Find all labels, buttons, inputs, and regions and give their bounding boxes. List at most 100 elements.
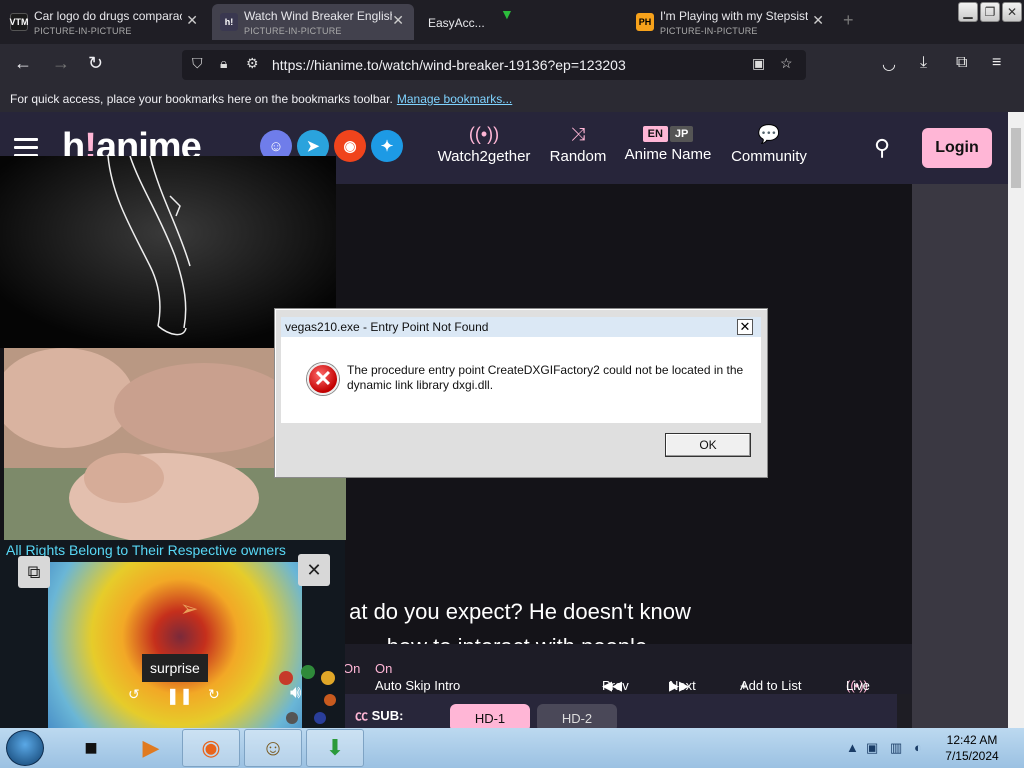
navigation-bar: ← → ↻ ⛉ 🔒︎ ⚙ https://hianime.to/watch/wi… (0, 44, 1024, 86)
nav-community[interactable]: 💬 Community (728, 124, 810, 165)
sub-label-text: SUB: (371, 708, 404, 723)
pip-video-3[interactable]: All Rights Belong to Their Respective ow… (0, 540, 345, 728)
dialog-close-icon[interactable]: ✕ (737, 319, 753, 335)
exit-pip-icon[interactable]: ⧉ (18, 556, 50, 588)
reddit-icon[interactable]: ◉ (334, 130, 366, 162)
manage-bookmarks-link[interactable]: Manage bookmarks... (397, 92, 512, 106)
window-controls: ▁ ❐ ✕ (958, 2, 1022, 22)
nav-anime-name[interactable]: EN JP Anime Name (622, 124, 714, 163)
nav-label: Watch2gether (437, 148, 531, 165)
url-bar[interactable]: ⛉ 🔒︎ ⚙ https://hianime.to/watch/wind-bre… (182, 50, 806, 80)
media-player-icon[interactable]: ▶ (122, 729, 180, 767)
color-dots-decoration (279, 665, 336, 724)
caption-text: surprise (142, 654, 208, 682)
minimize-icon[interactable]: ▁ (958, 2, 978, 22)
chat-icon: 💬 (757, 124, 781, 144)
dialog-title-bar: vegas210.exe - Entry Point Not Found ✕ (281, 317, 761, 337)
close-icon[interactable]: ✕ (812, 12, 824, 29)
broadcast-icon: ((•)) (468, 124, 500, 144)
bookmarks-message-text: For quick access, place your bookmarks h… (10, 92, 393, 106)
tab-1[interactable]: VTM Car logo do drugs comparac PICTURE-I… (2, 4, 208, 40)
pause-icon[interactable]: ❚❚ (166, 686, 193, 706)
firefox-icon[interactable]: ◉ (182, 729, 240, 767)
tab-favicon: h! (220, 13, 238, 31)
rewind-icon[interactable]: ↺ (128, 686, 140, 703)
close-pip-icon[interactable]: ✕ (298, 554, 330, 586)
dialog-body: ✕ The procedure entry point CreateDXGIFa… (281, 337, 761, 423)
tab-subtitle: PICTURE-IN-PICTURE (34, 26, 132, 36)
back-icon[interactable]: ← (14, 53, 32, 74)
live-label: Live (846, 678, 870, 693)
restore-icon[interactable]: ❐ (980, 2, 1000, 22)
taskbar-clock[interactable]: 12:42 AM 7/15/2024 (936, 732, 1008, 764)
bookmarks-toolbar: For quick access, place your bookmarks h… (0, 86, 1024, 112)
server-selector: ㏄ SUB: HD-1 HD-2 (345, 694, 897, 732)
app-icon-black-box[interactable]: ■ (62, 729, 120, 767)
tab-2[interactable]: h! Watch Wind Breaker English PICTURE-IN… (212, 4, 414, 40)
shuffle-icon: ⤨ (570, 124, 586, 144)
add-to-list-label: Add to List (740, 678, 802, 693)
hamburger-menu-icon[interactable] (14, 138, 38, 158)
network-icon[interactable]: ▥ (890, 740, 902, 756)
next-icon: ▶▶ (669, 678, 689, 693)
prev-label: Prev (602, 678, 629, 693)
lang-en[interactable]: EN (642, 126, 668, 142)
forward-icon[interactable]: ↻ (208, 686, 220, 703)
downloads-icon[interactable]: ⤓ (920, 54, 927, 72)
tab-subtitle: PICTURE-IN-PICTURE (660, 26, 758, 36)
login-button[interactable]: Login (922, 128, 992, 168)
new-tab-icon[interactable]: + (843, 10, 854, 31)
close-icon[interactable]: ✕ (186, 12, 198, 29)
language-toggle[interactable]: EN JP (642, 126, 694, 142)
twitter-icon[interactable]: ✦ (371, 130, 403, 162)
dialog-title: vegas210.exe - Entry Point Not Found (285, 320, 489, 334)
permissions-icon[interactable]: ⚙ (246, 55, 259, 72)
page-scrollbar[interactable] (1008, 112, 1024, 728)
extensions-icon[interactable]: ⧉ (956, 54, 967, 72)
auto-skip-state: On (375, 661, 393, 676)
autonext-state[interactable]: On (343, 661, 360, 676)
forward-icon[interactable]: → (52, 53, 70, 74)
start-button[interactable] (6, 730, 44, 766)
bonzi-app-icon[interactable]: ☺ (244, 729, 302, 767)
close-window-icon[interactable]: ✕ (1002, 2, 1022, 22)
shield-icon[interactable]: ⛉ (192, 55, 203, 72)
tab-4[interactable]: PH I'm Playing with my Stepsist PICTURE-… (628, 4, 834, 40)
bookmark-star-icon[interactable]: ☆ (780, 55, 793, 72)
menu-icon[interactable]: ≡ (992, 54, 1001, 72)
search-icon[interactable]: ⚲ (874, 135, 890, 161)
clock-time: 12:42 AM (946, 733, 998, 747)
cursor-arrow-icon: ➢ (180, 596, 199, 621)
side-panel (912, 184, 1008, 728)
tab-subtitle: PICTURE-IN-PICTURE (244, 26, 342, 36)
clock-date: 7/15/2024 (945, 749, 999, 763)
reload-icon[interactable]: ↻ (88, 53, 103, 74)
url-text[interactable]: https://hianime.to/watch/wind-breaker-19… (272, 57, 626, 73)
lock-icon[interactable]: 🔒︎ (220, 55, 227, 72)
tab-title: Watch Wind Breaker English (244, 9, 392, 23)
sub-label: ㏄ SUB: (355, 705, 403, 724)
taskbar: ■ ▶ ◉ ☺ ⬇ ▲ ▣ ▥ ◐ 12:42 AM 7/15/2024 (0, 728, 1024, 768)
tray-app-icon[interactable]: ▣ (866, 740, 878, 756)
tray-shield-icon[interactable]: ◐ (914, 740, 922, 755)
download-manager-icon[interactable]: ⬇ (306, 729, 364, 767)
browser-tab-strip: VTM Car logo do drugs comparac PICTURE-I… (0, 0, 1024, 44)
pocket-icon[interactable]: ◡ (882, 54, 896, 74)
tab-favicon: PH (636, 13, 654, 31)
nav-label: Anime Name (624, 146, 712, 163)
lang-jp[interactable]: JP (669, 126, 694, 142)
tab-3[interactable]: EasyAcc... ▼ (418, 4, 624, 40)
auto-skip-intro-toggle[interactable]: Auto Skip Intro On (375, 661, 460, 693)
reader-view-icon[interactable]: ▣ (752, 55, 765, 72)
nav-random[interactable]: ⤨ Random (548, 124, 608, 165)
nav-label: Community (731, 148, 807, 165)
close-icon[interactable]: ✕ (392, 12, 404, 29)
subtitle-line: at do you expect? He doesn't know (349, 599, 691, 624)
green-icon: ▼ (500, 6, 514, 22)
tab-title: Car logo do drugs comparac (34, 9, 182, 23)
ok-button[interactable]: OK (665, 433, 751, 457)
nav-watch2gether[interactable]: ((•)) Watch2gether (437, 124, 531, 165)
tray-expand-icon[interactable]: ▲ (846, 740, 859, 755)
scrollbar-thumb[interactable] (1011, 128, 1021, 188)
tab-favicon: VTM (10, 13, 29, 31)
